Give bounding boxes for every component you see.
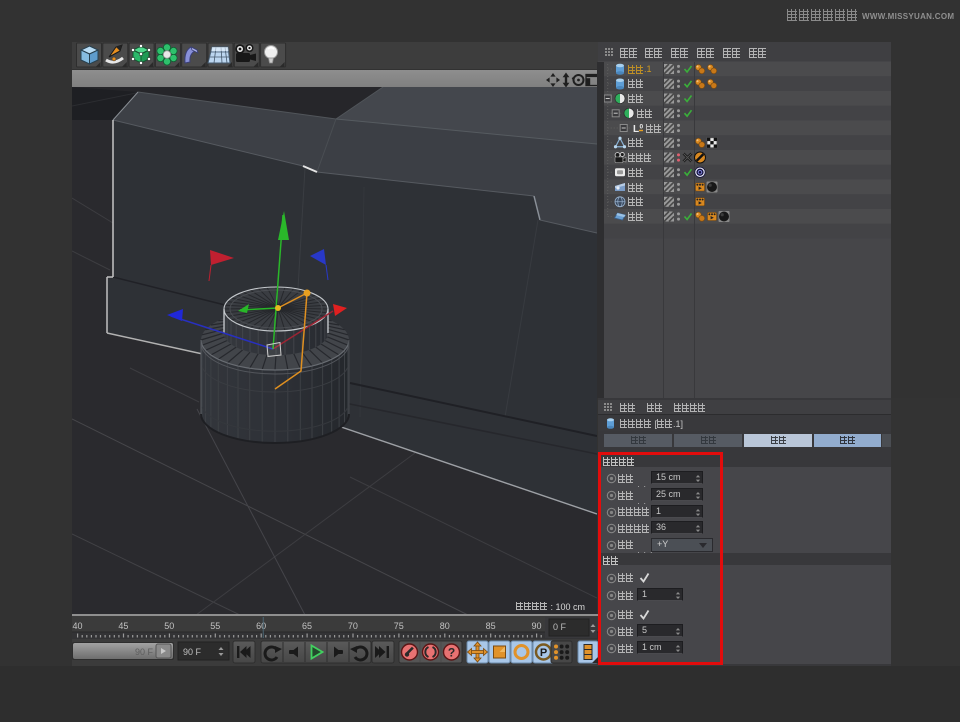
svg-text:70: 70 — [348, 621, 358, 631]
svg-text:80: 80 — [440, 621, 450, 631]
svg-text:90: 90 — [531, 621, 541, 631]
svg-text:90 F: 90 F — [135, 647, 154, 657]
svg-text:55: 55 — [210, 621, 220, 631]
svg-text:85: 85 — [486, 621, 496, 631]
svg-text:90 F: 90 F — [183, 647, 202, 657]
svg-text:?: ? — [448, 646, 455, 660]
svg-text:P: P — [540, 647, 547, 659]
svg-text:65: 65 — [302, 621, 312, 631]
svg-text:40: 40 — [72, 621, 82, 631]
svg-text:60: 60 — [256, 621, 266, 631]
svg-text:45: 45 — [118, 621, 128, 631]
svg-text:50: 50 — [164, 621, 174, 631]
svg-text:0 F: 0 F — [553, 622, 567, 632]
svg-text:75: 75 — [394, 621, 404, 631]
